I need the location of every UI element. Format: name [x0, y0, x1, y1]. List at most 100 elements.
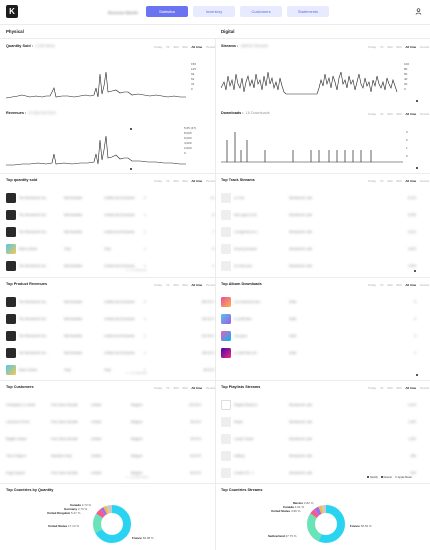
- range-option[interactable]: All time: [191, 283, 202, 287]
- range-option[interactable]: 30d: [387, 45, 392, 49]
- range-option[interactable]: Period: [206, 283, 215, 287]
- tab-statistics[interactable]: Statistics: [146, 6, 188, 17]
- range-option[interactable]: All time: [405, 283, 416, 287]
- range-option[interactable]: 30d: [387, 112, 392, 116]
- table-cell: Hugo Dupont: [6, 471, 25, 475]
- range-option[interactable]: Today: [368, 45, 376, 49]
- range-option[interactable]: Today: [154, 386, 162, 390]
- range-option[interactable]: 30d: [173, 179, 178, 183]
- tab-statements[interactable]: Statements: [287, 6, 329, 17]
- table-row[interactable]: Laurence Prevot Free Demo Bundle Limited Be…: [6, 413, 201, 431]
- k-logo-icon[interactable]: K: [6, 5, 18, 18]
- table-row[interactable]: Le petit frère (R... Artist 2: [221, 344, 416, 362]
- range-option[interactable]: 90d: [182, 45, 187, 49]
- table-row[interactable]: Le petit frère Artist 4: [221, 310, 416, 328]
- range-option[interactable]: 90d: [396, 386, 401, 390]
- table-row[interactable]: Brigitte Clavier Free Demo Bundle Limited B…: [6, 430, 201, 448]
- table-row[interactable]: Tee Wordworld 1st... Merchandise Limited a…: [6, 257, 214, 275]
- range-option[interactable]: Period: [206, 386, 215, 390]
- table-row[interactable]: Tee Wordworld 1st... Merchandise Limited a…: [6, 327, 214, 345]
- range-option[interactable]: 90d: [396, 283, 401, 287]
- range-option[interactable]: Today: [154, 283, 162, 287]
- quantity-sold-total: 1,234 Items: [35, 44, 55, 48]
- range-option[interactable]: Period: [420, 45, 429, 49]
- range-option[interactable]: Today: [154, 45, 162, 49]
- range-option[interactable]: All time: [191, 45, 202, 49]
- range-option[interactable]: Today: [368, 112, 376, 116]
- range-option[interactable]: 30d: [173, 386, 178, 390]
- range-option[interactable]: 7d: [380, 283, 383, 287]
- table-row[interactable]: Tee Wordworld 1st... Merchandise Limited a…: [6, 206, 214, 224]
- range-option[interactable]: 90d: [396, 179, 401, 183]
- table-cell: 230.00 €: [201, 317, 214, 321]
- range-option[interactable]: Today: [154, 179, 162, 183]
- range-option[interactable]: All time: [191, 386, 202, 390]
- table-row[interactable]: Douce jeunesse Wordworld Lutte 4,876: [221, 240, 416, 258]
- table-row[interactable]: Tee Wordworld 1st... Merchandise Limited a…: [6, 223, 214, 241]
- range-option[interactable]: 90d: [182, 179, 187, 183]
- table-cell: 8: [212, 213, 214, 217]
- user-icon[interactable]: [415, 8, 422, 15]
- range-option[interactable]: 7d: [380, 112, 383, 116]
- table-row[interactable]: La légende du b... Wordworld Lutte 5,312: [221, 223, 416, 241]
- table-row[interactable]: Le Ciel Wordworld Lutte 8,124: [221, 189, 416, 207]
- table-row[interactable]: Tee Wordworld 1st... Merchandise Limited a…: [6, 310, 214, 328]
- range-option[interactable]: 90d: [396, 112, 401, 116]
- range-option[interactable]: Period: [420, 283, 429, 287]
- range-option[interactable]: All time: [405, 45, 416, 49]
- range-option[interactable]: 30d: [173, 283, 178, 287]
- range-option[interactable]: Today: [368, 386, 376, 390]
- product-thumbnail: [6, 297, 16, 307]
- range-option[interactable]: Period: [420, 112, 429, 116]
- range-option[interactable]: Period: [420, 179, 429, 183]
- range-option[interactable]: 7d: [166, 283, 169, 287]
- table-row[interactable]: Les gens Artist 3: [221, 327, 416, 345]
- tab-inventory[interactable]: Inventory: [193, 6, 235, 17]
- cover-thumbnail: [221, 210, 231, 220]
- table-row[interactable]: Un beau jour Wordworld Lutte 3,990: [221, 257, 416, 275]
- range-option[interactable]: 7d: [380, 179, 383, 183]
- range-option[interactable]: Today: [368, 283, 376, 287]
- table-row[interactable]: Tee Wordworld 1st... Merchandise Limited a…: [6, 189, 214, 207]
- range-option[interactable]: All time: [405, 179, 416, 183]
- table-cell: Wordworld Lutte: [289, 437, 313, 441]
- table-row[interactable]: Coolest 15 - 1 Wordworld Lutte 640: [221, 464, 416, 482]
- range-option[interactable]: 30d: [173, 45, 178, 49]
- range-option[interactable]: 7d: [166, 45, 169, 49]
- range-option[interactable]: Period: [420, 386, 429, 390]
- table-row[interactable]: Radar Wordworld Lutte 1,920: [221, 413, 416, 431]
- table-row[interactable]: chillhop Wordworld Lutte 980: [221, 447, 416, 465]
- table-row[interactable]: Tee Wordworld 1st... Merchandise Limited a…: [6, 344, 214, 362]
- range-option[interactable]: 90d: [396, 45, 401, 49]
- table-row[interactable]: Les chansons des... Artist 5: [221, 293, 416, 311]
- range-option[interactable]: 7d: [380, 45, 383, 49]
- table-row[interactable]: Playlist Studio 8... Wordworld Lutte 2,410: [221, 396, 416, 414]
- range-option[interactable]: All time: [405, 386, 416, 390]
- table-row[interactable]: Christophe Le Gentil Free Demo Bundle Limi…: [6, 396, 201, 414]
- range-option[interactable]: 30d: [387, 386, 392, 390]
- table-row[interactable]: Tee Wordworld 1st... Merchandise Limited a…: [6, 293, 214, 311]
- table-row[interactable]: Hugo Dupont Free Demo Bundle Limited Belgiu…: [6, 464, 201, 482]
- range-option[interactable]: All time: [191, 179, 202, 183]
- table-row[interactable]: Yves Chapron Standard Vinyl Limited Belgium…: [6, 447, 201, 465]
- top-product-revenues-pager[interactable]: 1 – 5 of 38 Items: [126, 371, 147, 375]
- table-row[interactable]: Back a Brain Vinyl Vinyl 1 96.00 €: [6, 361, 214, 379]
- range-option[interactable]: 90d: [182, 283, 187, 287]
- range-option[interactable]: All time: [405, 112, 416, 116]
- table-row[interactable]: Back a Brain Vinyl Vinyl 1 5: [6, 240, 214, 258]
- range-option[interactable]: 90d: [182, 386, 187, 390]
- range-option[interactable]: Period: [206, 179, 215, 183]
- range-option[interactable]: 30d: [387, 179, 392, 183]
- range-option[interactable]: 7d: [380, 386, 383, 390]
- range-option[interactable]: Today: [368, 179, 376, 183]
- table-row[interactable]: Lovely Tracks Wordworld Lutte 1,300: [221, 430, 416, 448]
- tab-customers[interactable]: Customers: [240, 6, 282, 17]
- range-option[interactable]: Period: [206, 45, 215, 49]
- top-customers-pager[interactable]: 1 – 5 of 512 Items: [126, 475, 148, 479]
- range-option[interactable]: 30d: [387, 283, 392, 287]
- range-option[interactable]: 7d: [166, 386, 169, 390]
- table-row[interactable]: Mon pays à moi Wordworld Lutte 6,940: [221, 206, 416, 224]
- table-cell: 7: [212, 230, 214, 234]
- top-quantity-sold-pager[interactable]: 1 – 5 of 38 Items: [126, 268, 147, 272]
- range-option[interactable]: 7d: [166, 179, 169, 183]
